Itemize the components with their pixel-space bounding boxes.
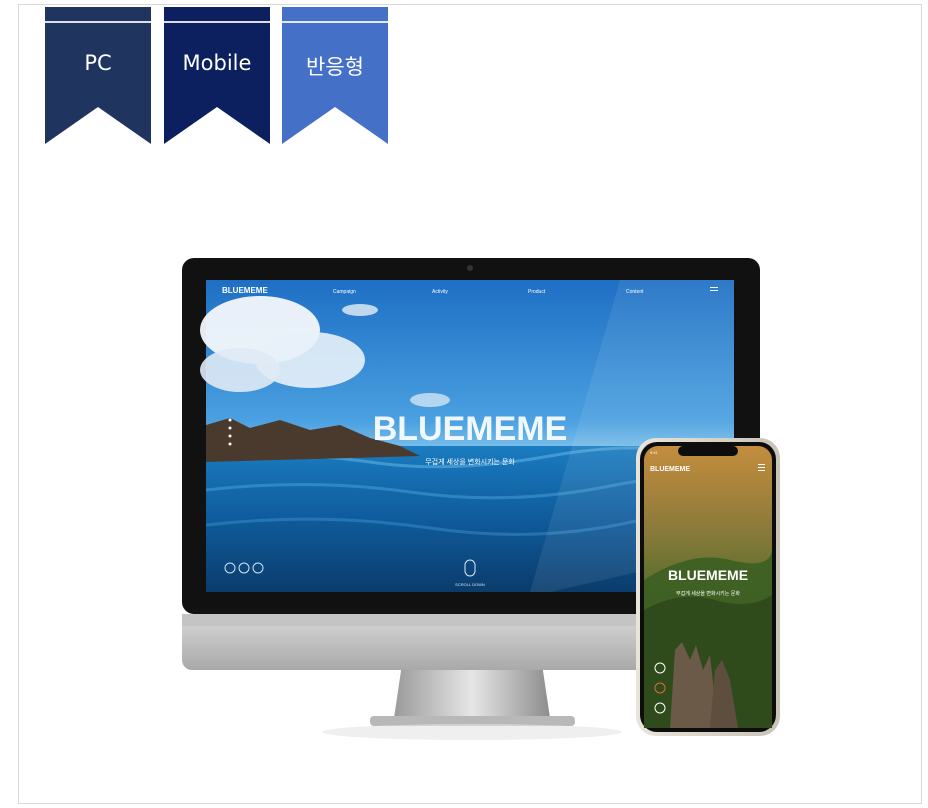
tab-pc-label: PC <box>84 51 112 75</box>
phone-hero-title: BLUEMEME <box>668 567 748 583</box>
ribbon-shape-pc <box>45 7 151 144</box>
phone-logo[interactable]: BLUEMEME <box>650 466 690 473</box>
scroll-down-label[interactable]: SCROLL DOWN <box>455 582 485 587</box>
tab-responsive-label: 반응형 <box>306 55 364 79</box>
tab-pc[interactable]: PC <box>45 7 151 144</box>
phone-hero-subtitle: 무겁게 세상을 변화시키는 문화 <box>676 590 740 597</box>
tab-responsive[interactable]: 반응형 <box>282 7 388 144</box>
desktop-nav-campaign[interactable]: Campaign <box>333 289 356 295</box>
ribbon-shape-mobile <box>164 7 270 144</box>
monitor-stand <box>394 664 550 718</box>
ribbon-top-line <box>282 21 388 23</box>
phone-notch <box>678 446 738 456</box>
tab-mobile-label: Mobile <box>182 51 252 75</box>
webcam-icon <box>467 265 473 271</box>
desktop-hero-title: BLUEMEME <box>373 410 568 448</box>
desktop-nav-activity[interactable]: Activity <box>432 289 448 295</box>
tab-mobile[interactable]: Mobile <box>164 7 270 144</box>
phone-time: 9:41 <box>650 450 659 455</box>
device-mockup: BLUEMEME Campaign Activity Product Conte… <box>182 258 780 740</box>
desktop-logo[interactable]: BLUEMEME <box>222 286 268 295</box>
desktop-hero-subtitle: 무겁게 세상을 변화시키는 문화 <box>425 457 515 466</box>
ribbon-top-line <box>45 21 151 23</box>
desktop-nav-product[interactable]: Product <box>528 289 546 295</box>
ribbon-top-line <box>164 21 270 23</box>
